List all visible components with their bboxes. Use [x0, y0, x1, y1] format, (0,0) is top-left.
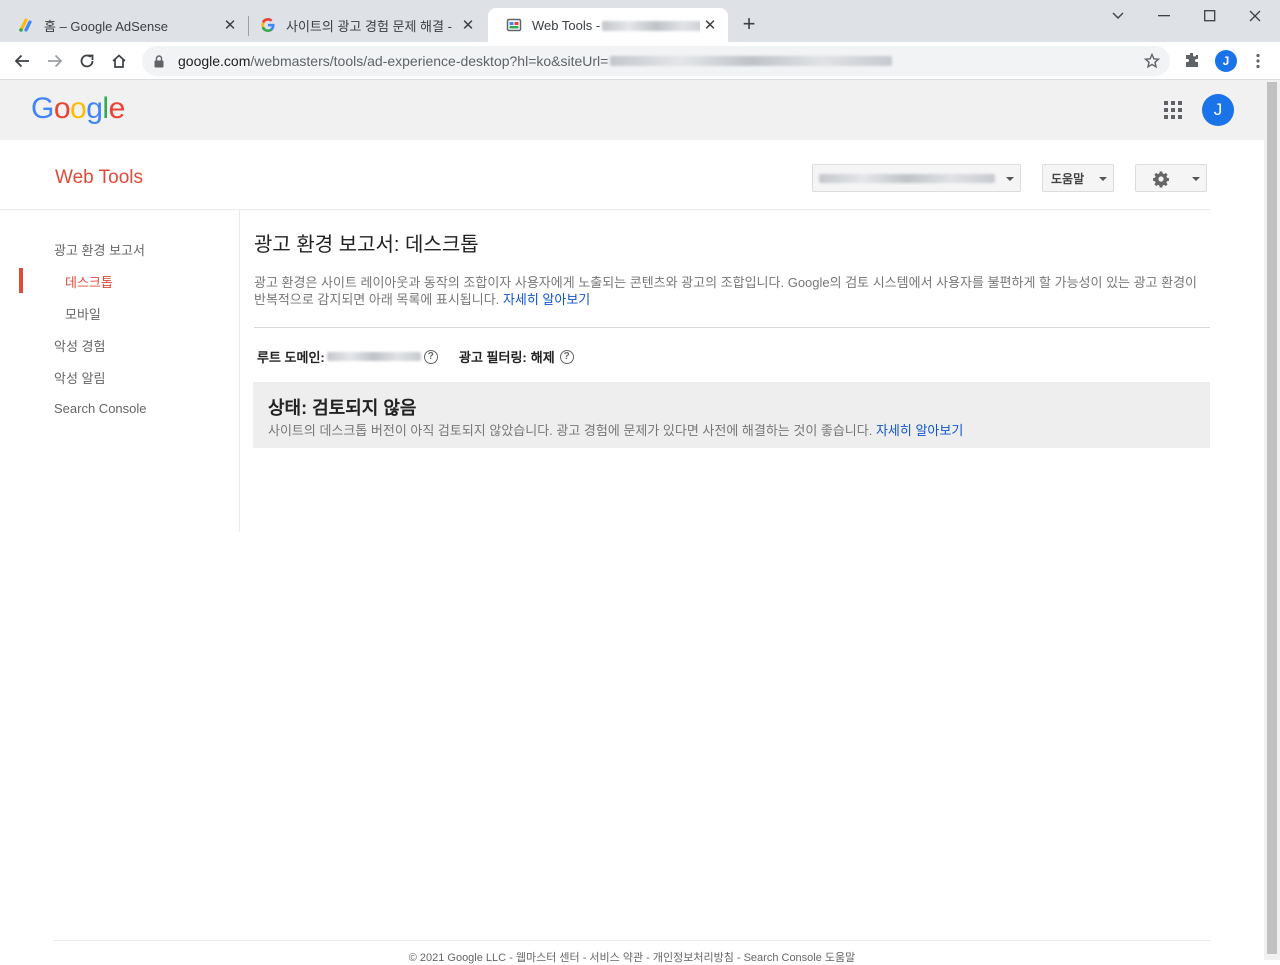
sidebar: 광고 환경 보고서 데스크톱 모바일 악성 경험 악성 알림 Search Co… — [0, 210, 240, 532]
tab-title: Web Tools - — [532, 18, 700, 33]
page-description: 광고 환경은 사이트 레이아웃과 동작의 조합이자 사용자에게 노출되는 콘텐츠… — [254, 274, 1209, 308]
url-text: google.com/webmasters/tools/ad-experienc… — [178, 53, 608, 69]
vertical-scrollbar[interactable] — [1264, 80, 1280, 960]
redacted-site-name — [819, 173, 995, 183]
status-learn-more-link[interactable]: 자세히 알아보기 — [876, 423, 963, 438]
sidebar-item-search-console[interactable]: Search Console — [54, 401, 147, 416]
close-tab-icon[interactable]: ✕ — [700, 15, 720, 35]
extensions-icon[interactable] — [1183, 51, 1203, 71]
close-tab-icon[interactable]: ✕ — [458, 15, 478, 35]
tab-title: 홈 – Google AdSense — [44, 18, 168, 34]
active-indicator — [19, 268, 23, 293]
status-message: 사이트의 데스크톱 버전이 아직 검토되지 않았습니다. 광고 경험에 문제가 … — [268, 423, 873, 438]
menu-kebab-icon[interactable] — [1250, 51, 1266, 71]
maximize-icon[interactable] — [1198, 4, 1222, 28]
logo-letter: o — [53, 92, 71, 125]
status-panel: 상태: 검토되지 않음 사이트의 데스크톱 버전이 아직 검토되지 않았습니다.… — [253, 382, 1210, 448]
page-title: 광고 환경 보고서: 데스크톱 — [254, 234, 479, 256]
chevron-down-icon — [1006, 177, 1014, 181]
chevron-down-icon — [1099, 177, 1107, 181]
sidebar-item-mobile[interactable]: 모바일 — [65, 304, 101, 323]
tab-strip: 홈 – Google AdSense ✕ 사이트의 광고 경험 문제 해결 - … — [0, 0, 1280, 42]
new-tab-button[interactable]: + — [737, 13, 761, 37]
logo-letter: G — [31, 92, 54, 125]
lock-icon — [154, 54, 168, 68]
scrollbar-thumb[interactable] — [1267, 82, 1277, 954]
tab-ad-experience-help[interactable]: 사이트의 광고 경험 문제 해결 - ✕ — [242, 8, 486, 42]
logo-letter: e — [108, 92, 126, 125]
sidebar-item-ad-experience-report[interactable]: 광고 환경 보고서 — [54, 240, 145, 259]
google-g-icon — [260, 17, 276, 33]
redacted-site — [602, 21, 700, 32]
ad-filtering: 광고 필터링: 해제 ? — [459, 347, 574, 366]
url-host: google.com — [178, 53, 251, 69]
tab-web-tools[interactable]: Web Tools - ✕ — [488, 8, 728, 42]
root-domain-label: 루트 도메인: — [257, 350, 325, 365]
status-text: 사이트의 데스크톱 버전이 아직 검토되지 않았습니다. 광고 경험에 문제가 … — [268, 420, 963, 439]
help-icon[interactable]: ? — [423, 349, 438, 364]
window-close-icon[interactable] — [1243, 4, 1267, 28]
close-tab-icon[interactable]: ✕ — [220, 15, 240, 35]
browser-toolbar: google.com/webmasters/tools/ad-experienc… — [0, 42, 1280, 80]
gear-icon — [1152, 170, 1170, 188]
tab-title-text: Web Tools - — [532, 17, 601, 33]
google-logo[interactable]: Google — [31, 92, 125, 126]
help-icon[interactable]: ? — [559, 349, 574, 364]
apps-grid-icon[interactable] — [1164, 101, 1182, 119]
site-selector[interactable] — [812, 164, 1021, 192]
reload-icon[interactable] — [75, 49, 99, 73]
forward-icon[interactable] — [43, 49, 67, 73]
minimize-icon[interactable] — [1152, 4, 1176, 28]
back-icon[interactable] — [10, 49, 34, 73]
help-label: 도움말 — [1051, 171, 1085, 186]
sidebar-item-abusive-notifications[interactable]: 악성 알림 — [54, 368, 105, 387]
footer: © 2021 Google LLC - 웹마스터 센터 - 서비스 약관 - 개… — [408, 952, 856, 964]
redacted-url — [610, 56, 893, 66]
divider — [54, 940, 1210, 941]
web-tools-title[interactable]: Web Tools — [55, 167, 143, 189]
account-avatar[interactable]: J — [1202, 94, 1234, 126]
redacted-domain — [326, 352, 421, 361]
logo-letter: g — [86, 92, 103, 125]
tab-title: 사이트의 광고 경험 문제 해결 - — [286, 18, 452, 34]
status-title: 상태: 검토되지 않음 — [268, 398, 417, 418]
sidebar-item-abusive-experiences[interactable]: 악성 경험 — [54, 336, 105, 355]
settings-dropdown[interactable] — [1135, 164, 1207, 192]
logo-letter: o — [70, 92, 87, 125]
root-domain: 루트 도메인: ? — [257, 347, 438, 366]
divider — [254, 327, 1210, 328]
sidebar-item-desktop[interactable]: 데스크톱 — [65, 272, 113, 291]
home-icon[interactable] — [107, 49, 131, 73]
description-text: 광고 환경은 사이트 레이아웃과 동작의 조합이자 사용자에게 노출되는 콘텐츠… — [254, 275, 1198, 307]
bookmark-star-icon[interactable] — [1142, 51, 1162, 71]
tab-adsense[interactable]: 홈 – Google AdSense ✕ — [0, 8, 248, 42]
profile-avatar[interactable]: J — [1215, 50, 1237, 72]
address-bar[interactable]: google.com/webmasters/tools/ad-experienc… — [142, 46, 1170, 76]
tab-search-icon[interactable] — [1106, 4, 1130, 28]
adsense-icon — [18, 17, 34, 33]
chevron-down-icon — [1192, 177, 1200, 181]
ad-filtering-value: 해제 — [530, 350, 555, 365]
url-path: /webmasters/tools/ad-experience-desktop?… — [250, 53, 609, 69]
webtools-icon — [506, 17, 522, 33]
help-dropdown[interactable]: 도움말 — [1042, 164, 1114, 192]
ad-filtering-label: 광고 필터링: — [459, 350, 527, 365]
learn-more-link[interactable]: 자세히 알아보기 — [503, 292, 590, 307]
google-header: Google J — [0, 80, 1264, 140]
